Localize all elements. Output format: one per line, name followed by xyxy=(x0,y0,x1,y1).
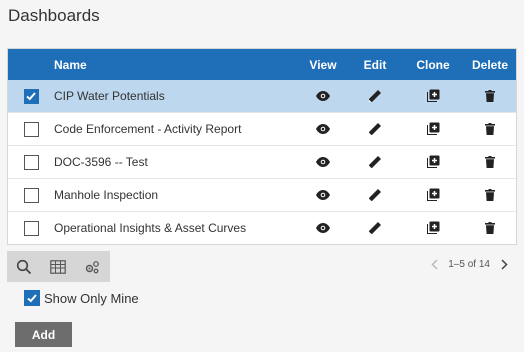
pager: 1–5 of 14 xyxy=(426,259,512,270)
row-checkbox[interactable] xyxy=(23,121,39,137)
row-checkbox[interactable] xyxy=(23,154,39,170)
show-only-mine-label: Show Only Mine xyxy=(44,290,139,306)
pencil-icon[interactable] xyxy=(367,154,383,170)
column-header-delete: Delete xyxy=(471,57,509,72)
column-header-clone: Clone xyxy=(416,57,450,72)
trash-icon[interactable] xyxy=(485,156,495,168)
pencil-icon[interactable] xyxy=(367,187,383,203)
pencil-icon[interactable] xyxy=(367,220,383,236)
row-name: DOC-3596 -- Test xyxy=(54,155,148,169)
clone-icon[interactable] xyxy=(426,122,440,136)
grid-toolbar xyxy=(7,251,110,282)
row-checkbox[interactable] xyxy=(23,187,39,203)
table-row[interactable]: Code Enforcement - Activity Report xyxy=(8,112,516,145)
pager-status: 1–5 of 14 xyxy=(448,259,490,270)
row-name: CIP Water Potentials xyxy=(54,89,165,103)
chevron-left-icon[interactable] xyxy=(426,259,442,270)
table-row[interactable]: DOC-3596 -- Test xyxy=(8,145,516,178)
row-checkbox[interactable] xyxy=(23,220,39,236)
page-title: Dashboards xyxy=(8,6,100,25)
pencil-icon[interactable] xyxy=(367,88,383,104)
trash-icon[interactable] xyxy=(485,123,495,135)
eye-icon[interactable] xyxy=(316,91,330,101)
search-icon[interactable] xyxy=(7,251,41,282)
table-icon[interactable] xyxy=(41,251,75,282)
show-only-mine-toggle[interactable]: Show Only Mine xyxy=(24,290,139,306)
clone-icon[interactable] xyxy=(426,155,440,169)
column-header-edit: Edit xyxy=(363,57,387,72)
trash-icon[interactable] xyxy=(485,222,495,234)
table-row[interactable]: Manhole Inspection xyxy=(8,178,516,211)
settings-icon[interactable] xyxy=(75,251,109,282)
trash-icon[interactable] xyxy=(485,90,495,102)
clone-icon[interactable] xyxy=(426,89,440,103)
column-header-name[interactable]: Name xyxy=(54,58,298,72)
row-checkbox[interactable] xyxy=(23,88,39,104)
table-row[interactable]: Operational Insights & Asset Curves xyxy=(8,211,516,244)
row-name: Operational Insights & Asset Curves xyxy=(54,221,247,235)
show-only-mine-checkbox[interactable] xyxy=(24,290,40,306)
pencil-icon[interactable] xyxy=(367,121,383,137)
clone-icon[interactable] xyxy=(426,188,440,202)
add-button[interactable]: Add xyxy=(15,322,72,347)
column-header-view: View xyxy=(309,57,337,72)
table-row[interactable]: CIP Water Potentials xyxy=(8,80,516,112)
clone-icon[interactable] xyxy=(426,221,440,235)
eye-icon[interactable] xyxy=(316,124,330,134)
row-name: Manhole Inspection xyxy=(54,188,159,202)
dashboards-grid: Name View Edit Clone Delete CIP Water Po… xyxy=(7,48,517,245)
eye-icon[interactable] xyxy=(316,223,330,233)
eye-icon[interactable] xyxy=(316,190,330,200)
trash-icon[interactable] xyxy=(485,189,495,201)
eye-icon[interactable] xyxy=(316,157,330,167)
row-name: Code Enforcement - Activity Report xyxy=(54,122,242,136)
grid-header: Name View Edit Clone Delete xyxy=(8,49,516,80)
chevron-right-icon[interactable] xyxy=(496,259,512,270)
